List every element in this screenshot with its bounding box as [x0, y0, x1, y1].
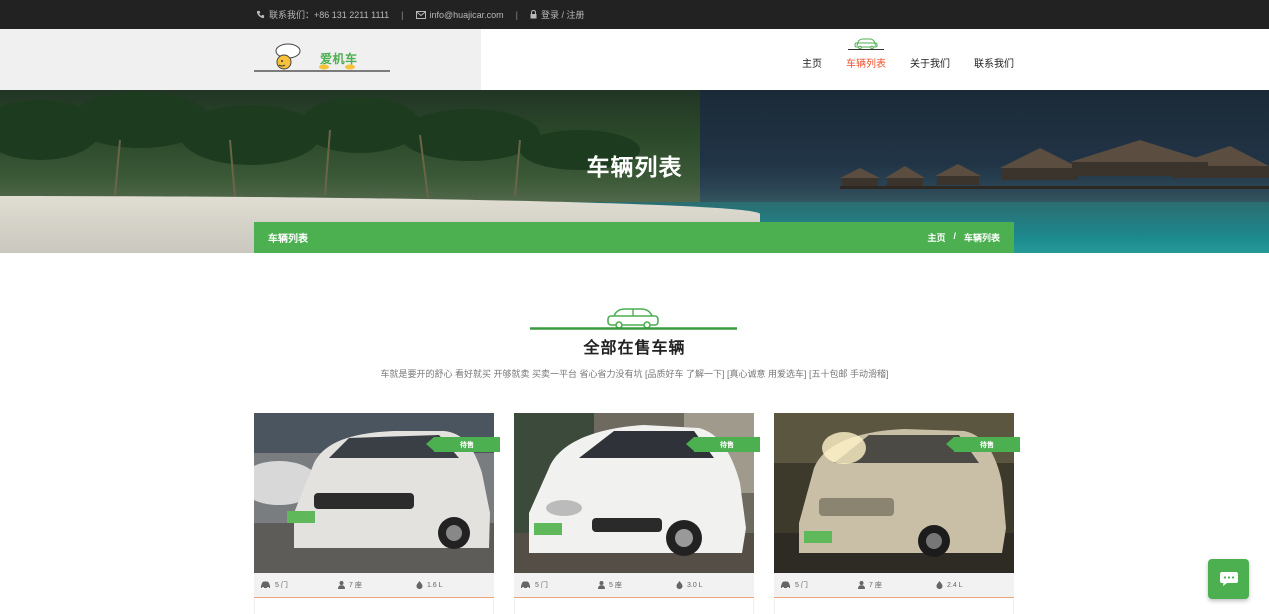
nav-item-home[interactable]: 主页 — [790, 55, 834, 90]
car-icon — [521, 581, 530, 589]
breadcrumb-home-link[interactable]: 主页 — [927, 231, 945, 244]
car-specs: 5 门 7 座 1.6 L — [254, 573, 494, 598]
car-seats: 7 座 — [338, 580, 408, 590]
car-seats-value: 7 座 — [869, 582, 882, 589]
section-title: 全部在售车辆 — [583, 340, 686, 357]
car-engine: 3.0 L — [676, 581, 746, 589]
breadcrumb-bar: 车辆列表 主页 / 车辆列表 — [254, 222, 1014, 253]
nav-item-car-list[interactable]: 车辆列表 — [834, 38, 898, 90]
car-seats-value: 5 座 — [609, 582, 622, 589]
car-seats: 5 座 — [598, 580, 668, 590]
login-register-link[interactable]: 登录 / 注册 — [530, 8, 585, 21]
nav-item-car-list-label: 车辆列表 — [846, 59, 886, 70]
car-doors: 5 门 — [520, 580, 590, 590]
hero-banner: 车辆列表 车辆列表 主页 / 车辆列表 — [0, 90, 1269, 253]
car-card[interactable]: 待售 5 门 5 座 3.0 L — [514, 413, 760, 614]
status-badge: 待售 — [946, 437, 1020, 452]
chat-widget-button[interactable] — [1208, 559, 1249, 599]
car-icon — [848, 38, 884, 50]
main-nav: 主页 车辆列表 关于我们 联系我们 — [790, 29, 1026, 90]
contact-phone[interactable]: 联系我们：+86 131 2211 1111 — [256, 8, 389, 21]
contact-email-text: info@huajicar.com — [429, 9, 504, 20]
chat-bubble-icon — [1219, 572, 1238, 586]
status-badge: 待售 — [686, 437, 760, 452]
user-icon — [338, 581, 345, 589]
car-specs: 5 门 7 座 2.4 L — [774, 573, 1014, 598]
car-engine: 2.4 L — [936, 581, 1006, 589]
car-seats: 7 座 — [858, 580, 928, 590]
user-icon — [598, 581, 605, 589]
topbar-separator: | — [515, 9, 519, 20]
car-doors-value: 5 门 — [795, 582, 808, 589]
car-engine-value: 3.0 L — [687, 581, 703, 589]
car-engine: 1.6 L — [416, 581, 486, 589]
car-icon — [781, 581, 790, 589]
logo-text: 爱机车 — [320, 52, 358, 66]
nav-item-about[interactable]: 关于我们 — [898, 55, 962, 90]
section-car-icon — [530, 308, 737, 330]
card-body — [774, 599, 1014, 614]
status-badge: 待售 — [426, 437, 500, 452]
fuel-icon — [936, 581, 943, 589]
car-engine-value: 1.6 L — [427, 581, 443, 589]
nav-item-contact[interactable]: 联系我们 — [962, 55, 1026, 90]
car-icon — [261, 581, 270, 589]
car-seats-value: 7 座 — [349, 582, 362, 589]
car-doors-value: 5 门 — [275, 582, 288, 589]
car-doors-value: 5 门 — [535, 582, 548, 589]
envelope-icon — [415, 10, 426, 19]
car-doors: 5 门 — [780, 580, 850, 590]
fuel-icon — [416, 581, 423, 589]
contact-email[interactable]: info@huajicar.com — [415, 9, 504, 20]
logo-background — [0, 29, 481, 90]
breadcrumb-current: 车辆列表 — [963, 233, 1000, 243]
breadcrumb: 主页 / 车辆列表 — [927, 231, 1000, 244]
hero-title: 车辆列表 — [586, 154, 683, 180]
car-doors: 5 门 — [260, 580, 330, 590]
car-engine-value: 2.4 L — [947, 581, 963, 589]
fuel-icon — [676, 581, 683, 589]
phone-icon — [256, 10, 265, 19]
login-register-text: 登录 / 注册 — [541, 10, 585, 20]
card-body — [254, 599, 494, 614]
breadcrumb-separator: / — [953, 231, 956, 241]
breadcrumb-bar-title: 车辆列表 — [268, 234, 308, 245]
site-logo[interactable]: 爱机车 — [254, 43, 390, 75]
section-subtitle: 车就是要开的舒心 看好就买 开够就卖 买卖一平台 省心省力没有坑 [品质好车 了… — [380, 369, 889, 379]
car-specs: 5 门 5 座 3.0 L — [514, 573, 754, 598]
top-bar: 联系我们：+86 131 2211 1111 | info@huajicar.c… — [0, 0, 1269, 29]
topbar-separator: | — [401, 9, 404, 20]
site-header: 爱机车 主页 车辆列表 关于我们 联系我们 — [0, 29, 1269, 90]
user-icon — [858, 581, 865, 589]
car-card[interactable]: 待售 5 门 7 座 2.4 L — [774, 413, 1020, 614]
car-card[interactable]: 待售 5 门 7 座 1.6 L — [254, 413, 500, 614]
lock-icon — [530, 10, 537, 19]
card-body — [514, 599, 754, 614]
contact-phone-text: 联系我们：+86 131 2211 1111 — [269, 10, 390, 20]
